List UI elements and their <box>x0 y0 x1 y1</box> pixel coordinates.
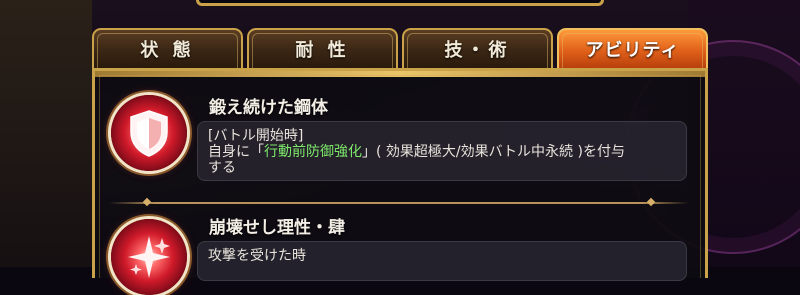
tab-resistance[interactable]: 耐 性 <box>247 28 398 68</box>
ability-description: [バトル開始時] 自身に「行動前防御強化」( 効果超極大/効果バトル中永続 )を… <box>197 121 687 181</box>
tab-resistance-label: 耐 性 <box>295 40 350 61</box>
ability-name: 崩壊せし理性・肆 <box>209 218 345 238</box>
desc-highlight: 行動前防御強化 <box>264 144 362 160</box>
ability-name: 鍛え続けた鋼体 <box>209 98 328 118</box>
ability-entry: 崩壊せし理性・肆 攻撃を受けた時 <box>105 213 701 295</box>
tab-skills[interactable]: 技・術 <box>402 28 553 68</box>
ability-entry: 鍛え続けた鋼体 [バトル開始時] 自身に「行動前防御強化」( 効果超極大/効果バ… <box>105 91 701 201</box>
desc-line: [バトル開始時] <box>208 128 304 144</box>
top-frame <box>196 0 604 6</box>
tab-status-label: 状 態 <box>140 40 195 61</box>
entry-divider <box>109 202 689 204</box>
tab-bar: 状 態 耐 性 技・術 アビリティ <box>92 28 708 68</box>
ability-panel: 鍛え続けた鋼体 [バトル開始時] 自身に「行動前防御強化」( 効果超極大/効果バ… <box>92 68 708 295</box>
sparkle-icon <box>111 219 187 295</box>
ability-description: 攻撃を受けた時 <box>197 241 687 281</box>
shield-icon <box>111 95 187 171</box>
background-left-scene <box>0 0 92 267</box>
tab-ability-label: アビリティ <box>585 40 680 61</box>
desc-line: 自身に「行動前防御強化」( 効果超極大/効果バトル中永続 )を付与 <box>208 144 625 160</box>
tab-ability[interactable]: アビリティ <box>557 28 708 68</box>
desc-line: する <box>208 160 236 176</box>
tab-status[interactable]: 状 態 <box>92 28 243 68</box>
desc-line: 攻撃を受けた時 <box>208 248 306 264</box>
tab-skills-label: 技・術 <box>444 40 511 61</box>
